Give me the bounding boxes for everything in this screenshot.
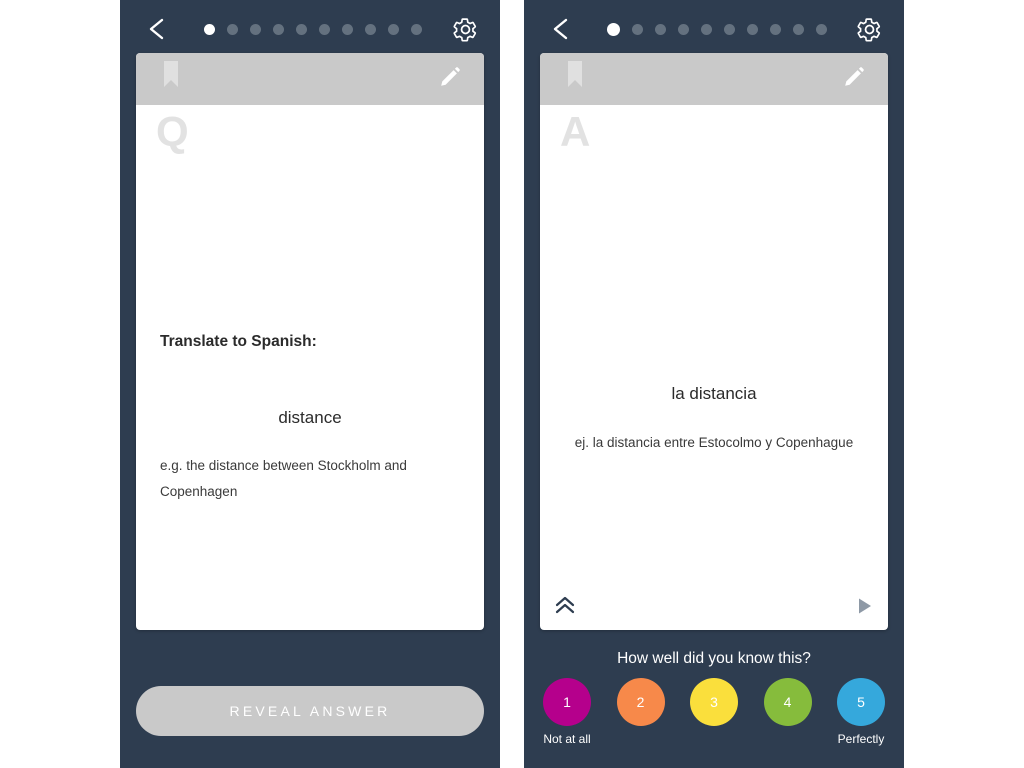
progress-dot[interactable] (296, 23, 307, 35)
rating-option[interactable]: 2 (613, 678, 669, 746)
answer-example: ej. la distancia entre Estocolmo y Copen… (574, 435, 854, 450)
progress-dot[interactable] (655, 23, 666, 35)
rating-option[interactable]: 5 Perfectly (833, 678, 889, 746)
edit-button[interactable] (842, 65, 866, 94)
progress-dot[interactable] (204, 23, 215, 35)
question-card-body: Q Translate to Spanish: distance e.g. th… (136, 105, 484, 630)
answer-topbar (524, 0, 904, 58)
pencil-icon (441, 67, 460, 86)
answer-card-body: A la distancia ej. la distancia entre Es… (540, 105, 888, 630)
question-term: distance (278, 408, 342, 427)
rating-label: Not at all (543, 732, 591, 746)
answer-card-footer (540, 584, 888, 630)
progress-dot[interactable] (701, 23, 712, 35)
back-button[interactable] (134, 6, 180, 52)
edit-button[interactable] (438, 65, 462, 94)
progress-dots[interactable] (584, 22, 846, 36)
answer-card: A la distancia ej. la distancia entre Es… (540, 53, 888, 630)
rating-option[interactable]: 1 Not at all (539, 678, 595, 746)
bookmark-icon (164, 61, 178, 87)
settings-button[interactable] (846, 6, 892, 52)
answer-screen: A la distancia ej. la distancia entre Es… (524, 0, 904, 768)
chevron-left-icon (149, 18, 164, 40)
bookmark-button[interactable] (160, 59, 182, 98)
rating-circle-4[interactable]: 4 (763, 678, 812, 726)
chevron-left-icon (553, 18, 568, 40)
bookmark-icon (568, 61, 582, 87)
progress-dots[interactable] (180, 23, 442, 35)
question-example: e.g. the distance between Stockholm and … (160, 458, 407, 500)
chevron-double-up-icon (555, 596, 575, 614)
collapse-button[interactable] (552, 592, 578, 623)
play-audio-button[interactable] (856, 597, 874, 620)
rating-circle-3[interactable]: 3 (690, 678, 738, 726)
rating-option[interactable]: 3 (686, 678, 742, 746)
rating-section: How well did you know this? 1 Not at all 2… (524, 650, 904, 768)
rating-option[interactable]: 4 (760, 678, 816, 746)
progress-dot[interactable] (273, 23, 284, 35)
answer-card-header (540, 53, 888, 105)
progress-dot[interactable] (632, 23, 643, 35)
question-prompt: Translate to Spanish: (160, 333, 317, 350)
progress-dot[interactable] (747, 23, 758, 35)
progress-dot[interactable] (388, 23, 399, 35)
progress-dot[interactable] (678, 23, 689, 35)
progress-dot[interactable] (365, 23, 376, 35)
bookmark-button[interactable] (564, 59, 586, 98)
back-button[interactable] (538, 6, 584, 52)
rating-question: How well did you know this? (617, 650, 811, 667)
gear-icon (452, 17, 476, 42)
progress-dot[interactable] (816, 23, 827, 35)
question-card: Q Translate to Spanish: distance e.g. th… (136, 53, 484, 630)
rating-circle-5[interactable]: 5 (837, 678, 885, 726)
progress-dot[interactable] (793, 23, 804, 35)
progress-dot[interactable] (411, 23, 422, 35)
rating-options: 1 Not at all 2 3 4 5 Perfectly (524, 678, 904, 746)
progress-dot[interactable] (319, 23, 330, 35)
answer-term: la distancia (671, 384, 757, 403)
progress-dot[interactable] (227, 23, 238, 35)
rating-circle-1[interactable]: 1 (543, 678, 591, 726)
progress-dot[interactable] (342, 23, 353, 35)
pencil-icon (845, 67, 864, 86)
progress-dot[interactable] (724, 23, 735, 35)
reveal-answer-button[interactable]: REVEAL ANSWER (136, 686, 484, 736)
question-card-header (136, 53, 484, 105)
gear-icon (856, 17, 880, 42)
rating-circle-2[interactable]: 2 (616, 678, 665, 726)
answer-watermark: A (560, 108, 591, 155)
settings-button[interactable] (442, 6, 488, 52)
question-watermark: Q (156, 108, 189, 155)
play-icon (859, 598, 871, 614)
progress-dot[interactable] (770, 23, 781, 35)
rating-label: Perfectly (837, 732, 885, 746)
question-screen: Q Translate to Spanish: distance e.g. th… (120, 0, 500, 768)
progress-dot[interactable] (250, 23, 261, 35)
progress-dot[interactable] (607, 22, 620, 36)
question-topbar (120, 0, 500, 58)
app-screenshot: Q Translate to Spanish: distance e.g. th… (0, 0, 1024, 768)
